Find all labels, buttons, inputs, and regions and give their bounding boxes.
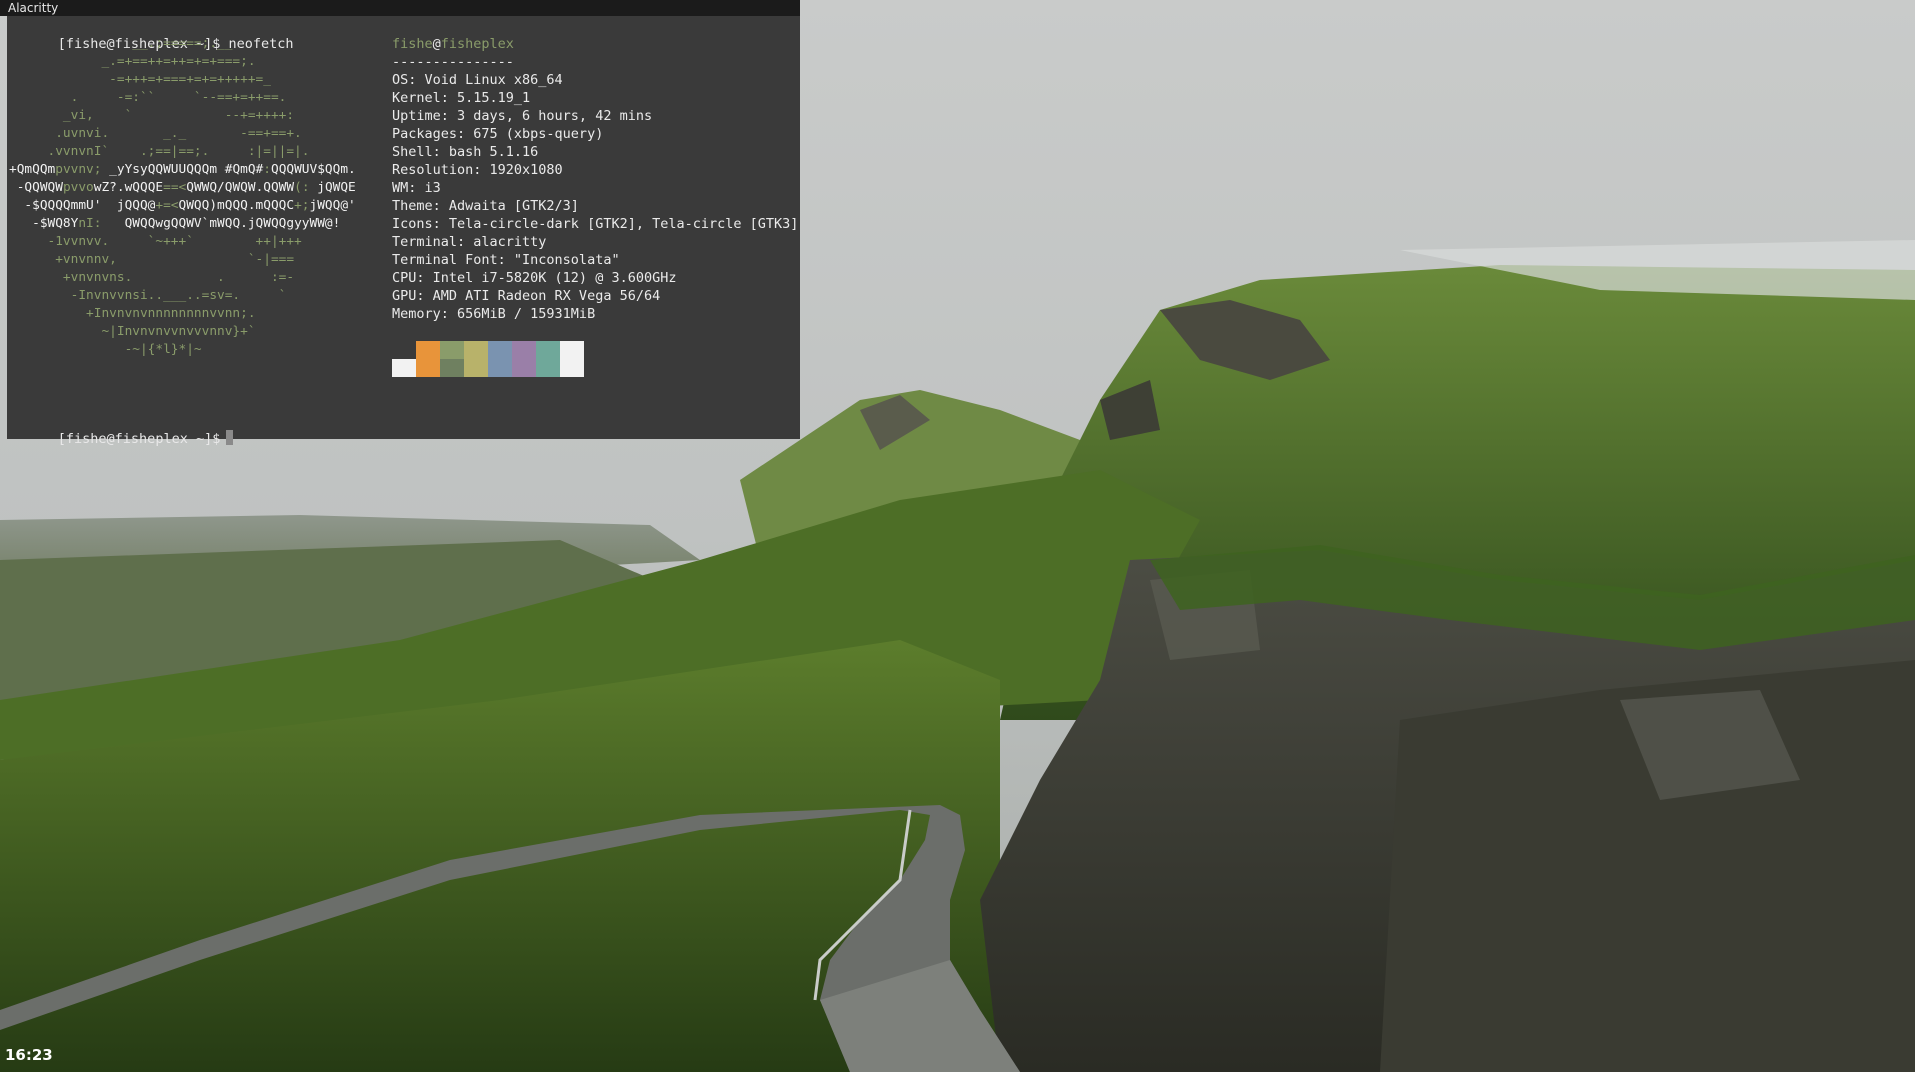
ascii-logo-segment: QWWQ/QWQW.QQWW (186, 180, 295, 195)
info-row: Kernel: 5.15.19_1 (392, 90, 531, 106)
desktop: Alacritty [fishe@fisheplex ~]$ neofetch … (0, 0, 1915, 1072)
color-swatch-bright (512, 359, 536, 377)
color-swatch (392, 341, 416, 377)
ascii-logo-segment: +vnvnnv, `-|=== (9, 252, 295, 267)
ascii-logo-line: +vnvnvns. . :=- (9, 269, 389, 287)
ascii-logo-segment: -Invnvvnsi..___..=sv=. ` (9, 288, 287, 303)
ascii-logo-segment: _vi, ` --+=++++: (9, 108, 295, 123)
ascii-logo-segment: ==< (163, 180, 187, 195)
color-swatch-bright (440, 359, 464, 377)
ascii-logo-segment: jQWQE (317, 180, 356, 195)
ascii-logo-segment: -$QQQQmmU' jQQQ@ (9, 198, 156, 213)
window-title-bar[interactable]: Alacritty (0, 0, 800, 16)
ascii-logo-line: -$WQ8YnI: QWQQwgQQWV`mWQQ.jQWQQgyyWW@! (9, 215, 389, 233)
ascii-logo-segment: jWQQ@' (309, 198, 356, 213)
ascii-logo-segment: -$WQ8Y (9, 216, 79, 231)
terminal-window[interactable]: [fishe@fisheplex ~]$ neofetch __.;=====;… (7, 16, 800, 447)
color-swatch (488, 341, 512, 377)
ascii-logo-line: -=+++=+===+=+=+++++=_ (9, 71, 389, 89)
ascii-logo-line: +Invnvnvnnnnnnnnvvnn;. (9, 305, 389, 323)
ascii-logo-line: -1vvnvv. `~+++` ++|+++ (9, 233, 389, 251)
ascii-logo-line: . -=:`` `--==+=++==. (9, 89, 389, 107)
info-rows: OS: Void Linux x86_64 Kernel: 5.15.19_1 Up… (392, 71, 798, 323)
ascii-logo-segment: +QmQQm (9, 162, 56, 177)
ascii-logo-segment: : (263, 162, 271, 177)
ascii-logo-segment: pvvo (62, 180, 94, 195)
ascii-logo-segment: _.=+==++=++=+=+===;. (9, 54, 256, 69)
ascii-logo-line: +vnvnnv, `-|=== (9, 251, 389, 269)
ascii-logo-line: ~|Invnvnvvnvvvnnv}+` (9, 323, 389, 341)
text-cursor (226, 430, 234, 445)
ascii-logo-segment: . -=:`` `--==+=++==. (9, 90, 287, 105)
ascii-logo-segment: .vvnvnI` .;==|==;. :|=||=|. (9, 144, 310, 159)
info-row: Theme: Adwaita [GTK2/3] (392, 198, 579, 214)
color-swatch-bright (416, 359, 440, 377)
color-swatch (560, 341, 584, 377)
info-row: WM: i3 (392, 180, 441, 196)
ascii-logo-segment: -~|{*l}*|~ (9, 342, 202, 357)
ascii-logo-segment: -1vvnvv. `~+++` ++|+++ (9, 234, 302, 249)
color-swatch-bright (464, 359, 488, 377)
color-swatch-bright (392, 359, 416, 377)
ascii-logo-segment: +; (294, 198, 310, 213)
ascii-logo-segment: QWQQwgQQWV`mWQQ.jQWQQgyyWW@! (124, 216, 341, 231)
ascii-logo-segment: -QQWQW (9, 180, 63, 195)
ascii-logo-segment: QWQQ)mQQQ.mQQQC (178, 198, 295, 213)
username: fishe (392, 36, 433, 52)
neofetch-info: fishe@fisheplex --------------- OS: Void… (392, 35, 798, 323)
color-swatch-bright (536, 359, 560, 377)
color-swatch (464, 341, 488, 377)
info-row: Shell: bash 5.1.16 (392, 144, 539, 160)
ascii-logo-segment: -=+++=+===+=+=+++++=_ (9, 72, 271, 87)
color-swatch (416, 341, 440, 377)
ascii-logo-segment: ~|Invnvnvvnvvvnnv}+` (9, 324, 256, 339)
ascii-logo-segment: (: (294, 180, 318, 195)
clock: 16:23 (5, 1046, 53, 1064)
ascii-logo-line: +QmQQmpvvnv; _yYsyQQWUUQQQm #QmQ#:QQQWUV… (9, 161, 389, 179)
info-row: Resolution: 1920x1080 (392, 162, 563, 178)
ascii-logo-line: -QQWQWpvvowZ?.wQQQE==<QWWQ/QWQW.QQWW(: j… (9, 179, 389, 197)
color-swatch-bright (488, 359, 512, 377)
terminal-prompt-line-current[interactable]: [fishe@fisheplex ~]$ (9, 412, 234, 466)
ascii-logo-segment: __.;=====;.__ (9, 36, 233, 51)
ascii-logo-segment: +=< (155, 198, 179, 213)
color-swatch (512, 341, 536, 377)
info-row: Terminal: alacritty (392, 234, 547, 250)
ascii-logo-line: -$QQQQmmU' jQQQ@+=<QWQQ)mQQQ.mQQQC+;jWQQ… (9, 197, 389, 215)
info-row: Memory: 656MiB / 15931MiB (392, 306, 596, 322)
ascii-logo-segment: QQQWUV$QQm. (270, 162, 356, 177)
hostname: fisheplex (440, 36, 514, 52)
info-row: OS: Void Linux x86_64 (392, 72, 563, 88)
color-swatch (536, 341, 560, 377)
ascii-logo-line: .uvnvi. _._ -==+==+. (9, 125, 389, 143)
info-row: Packages: 675 (xbps-query) (392, 126, 604, 142)
prompt: [fishe@fisheplex ~]$ (57, 431, 221, 447)
info-row: Terminal Font: "Inconsolata" (392, 252, 620, 268)
neofetch-ascii-logo: __.;=====;.__ _.=+==++=++=+=+===;. -=+++… (9, 35, 389, 359)
info-row: CPU: Intel i7-5820K (12) @ 3.600GHz (392, 270, 677, 286)
ascii-logo-segment: +Invnvnvnnnnnnnnvvnn;. (9, 306, 256, 321)
ascii-logo-line: .vvnvnI` .;==|==;. :|=||=|. (9, 143, 389, 161)
ascii-logo-line: _.=+==++=++=+=+===;. (9, 53, 389, 71)
ascii-logo-segment: wZ?.wQQQE (93, 180, 164, 195)
window-title: Alacritty (8, 1, 59, 15)
ascii-logo-segment: .uvnvi. _._ -==+==+. (9, 126, 302, 141)
separator: --------------- (392, 54, 514, 70)
color-swatch-bright (560, 359, 584, 377)
color-palette (392, 341, 584, 377)
ascii-logo-line: _vi, ` --+=++++: (9, 107, 389, 125)
ascii-logo-line: -Invnvvnsi..___..=sv=. ` (9, 287, 389, 305)
at-sign: @ (432, 36, 441, 52)
info-row: Icons: Tela-circle-dark [GTK2], Tela-cir… (392, 216, 799, 232)
ascii-logo-line: -~|{*l}*|~ (9, 341, 389, 359)
ascii-logo-line: __.;=====;.__ (9, 35, 389, 53)
ascii-logo-segment: +vnvnvns. . :=- (9, 270, 295, 285)
user-host-line: fishe@fisheplex (392, 35, 798, 53)
info-row: Uptime: 3 days, 6 hours, 42 mins (392, 108, 653, 124)
ascii-logo-segment: _yYsyQQWUUQQQm #QmQ# (109, 162, 264, 177)
ascii-logo-segment: nI: (78, 216, 125, 231)
info-row: GPU: AMD ATI Radeon RX Vega 56/64 (392, 288, 661, 304)
color-swatch (440, 341, 464, 377)
ascii-logo-segment: pvvnv; (55, 162, 110, 177)
